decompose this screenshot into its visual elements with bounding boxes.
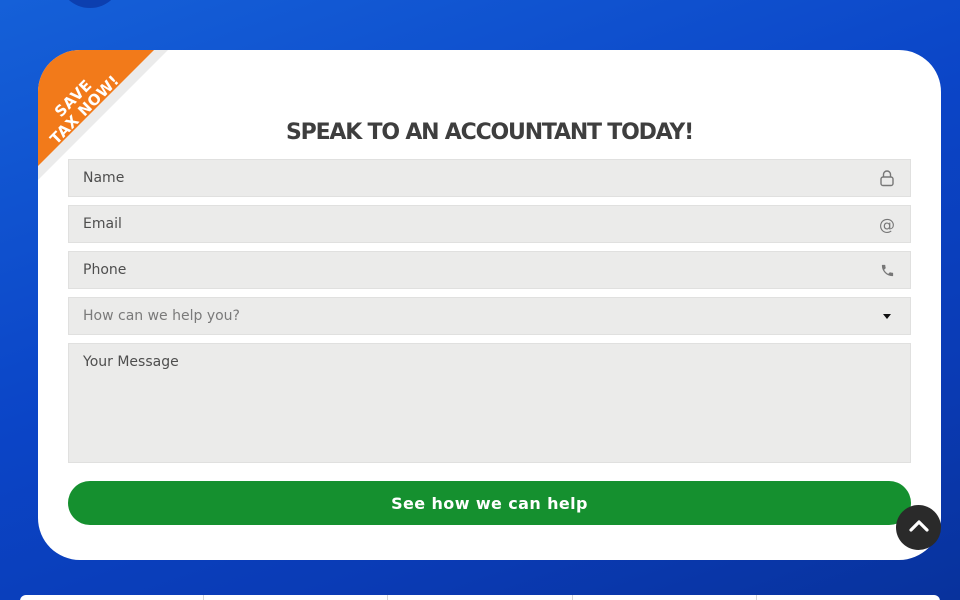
form-title: SPEAK TO AN ACCOUNTANT TODAY!: [286, 120, 694, 145]
header-logo-fragment: [58, 0, 122, 8]
footer-tab: [573, 595, 757, 600]
at-icon: @: [879, 214, 895, 234]
name-placeholder: Name: [83, 170, 125, 186]
name-field[interactable]: Name: [68, 159, 911, 197]
help-topic-select[interactable]: How can we help you?: [68, 297, 911, 335]
help-placeholder: How can we help you?: [83, 308, 240, 324]
message-textarea[interactable]: Your Message: [68, 343, 911, 463]
footer-tab: [20, 595, 205, 600]
footer-tab: [757, 595, 940, 600]
caret-down-icon: [878, 307, 896, 325]
chevron-up-icon: [908, 518, 929, 537]
phone-field[interactable]: Phone: [68, 251, 911, 289]
user-icon: [878, 169, 896, 187]
message-placeholder: Your Message: [83, 354, 179, 370]
contact-form-card: SAVE TAX NOW! SPEAK TO AN ACCOUNTANT TOD…: [38, 50, 941, 560]
phone-icon: [878, 261, 896, 279]
footer-tab: [388, 595, 573, 600]
submit-button[interactable]: See how we can help: [68, 481, 911, 525]
scroll-to-top-button[interactable]: [896, 505, 941, 550]
email-placeholder: Email: [83, 216, 122, 232]
save-tax-ribbon: SAVE TAX NOW!: [38, 50, 168, 180]
footer-tab: [204, 595, 389, 600]
email-field[interactable]: Email @: [68, 205, 911, 243]
footer-tabs-edge: [20, 595, 940, 600]
phone-placeholder: Phone: [83, 262, 127, 278]
